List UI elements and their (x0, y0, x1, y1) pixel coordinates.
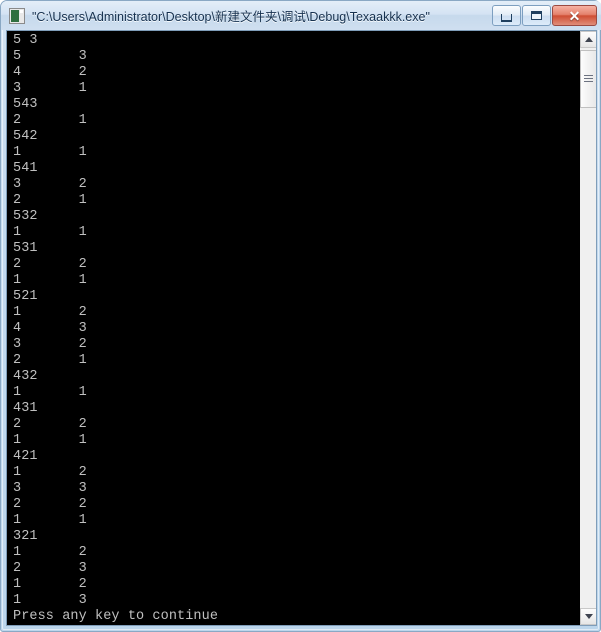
triangle-down-icon (584, 614, 593, 619)
console-window[interactable]: "C:\Users\Administrator\Desktop\新建文件夹\调试… (0, 0, 601, 632)
maximize-button[interactable] (522, 5, 551, 26)
console-line: 2 1 (13, 353, 87, 368)
vertical-scrollbar[interactable] (579, 31, 596, 625)
close-button[interactable]: ✕ (552, 5, 597, 26)
console-line: 432 (13, 369, 38, 384)
console-client-area[interactable]: 5 35 34 23 1 543 2 1 542 1 1 541 3 22 1 532 1 15… (6, 30, 597, 626)
console-line: 1 1 (13, 513, 87, 528)
console-line: 541 (13, 161, 38, 176)
scroll-up-button[interactable] (580, 31, 596, 48)
grip-lines-icon (584, 75, 593, 83)
console-line: 431 (13, 401, 38, 416)
console-line: 321 (13, 529, 38, 544)
console-line: 1 2 (13, 545, 87, 560)
console-line: 531 (13, 241, 38, 256)
minimize-icon (501, 13, 512, 22)
scroll-down-button[interactable] (580, 608, 596, 625)
console-line: 542 (13, 129, 38, 144)
console-line: 1 3 (13, 593, 87, 608)
console-line: 2 2 (13, 497, 87, 512)
console-line: 1 1 (13, 225, 87, 240)
scrollbar-track[interactable] (580, 48, 596, 608)
triangle-up-icon (584, 37, 593, 42)
console-output-text: 5 35 34 23 1 543 2 1 542 1 1 541 3 22 1 532 1 15… (7, 31, 579, 625)
window-bottom-border (1, 625, 601, 631)
console-line: 3 3 (13, 481, 87, 496)
console-line: 1 2 (13, 465, 87, 480)
console-line: 5 3 (13, 33, 38, 48)
console-line: 3 2 (13, 337, 87, 352)
console-line: 421 (13, 449, 38, 464)
console-line: 532 (13, 209, 38, 224)
console-line: 1 1 (13, 385, 87, 400)
close-icon: ✕ (568, 7, 581, 24)
console-line: 1 1 (13, 145, 87, 160)
console-line: 2 1 (13, 193, 87, 208)
console-line: 2 1 (13, 113, 87, 128)
console-line: 1 1 (13, 273, 87, 288)
console-line: 4 3 (13, 321, 87, 336)
console-line: 4 2 (13, 65, 87, 80)
console-line: Press any key to continue (13, 609, 219, 624)
scrollbar-thumb[interactable] (580, 50, 596, 108)
title-bar[interactable]: "C:\Users\Administrator\Desktop\新建文件夹\调试… (1, 1, 601, 30)
maximize-icon (531, 11, 542, 20)
console-line: 2 2 (13, 257, 87, 272)
console-line: 1 2 (13, 577, 87, 592)
console-line: 521 (13, 289, 38, 304)
minimize-button[interactable] (492, 5, 521, 26)
console-line: 2 2 (13, 417, 87, 432)
console-line: 2 3 (13, 561, 87, 576)
console-app-icon (9, 7, 25, 24)
console-line: 3 1 (13, 81, 87, 96)
console-line: 5 3 (13, 49, 87, 64)
console-line: 3 2 (13, 177, 87, 192)
caption-buttons: ✕ (492, 5, 597, 26)
console-line: 1 2 (13, 305, 87, 320)
console-line: 543 (13, 97, 38, 112)
console-line: 1 1 (13, 433, 87, 448)
